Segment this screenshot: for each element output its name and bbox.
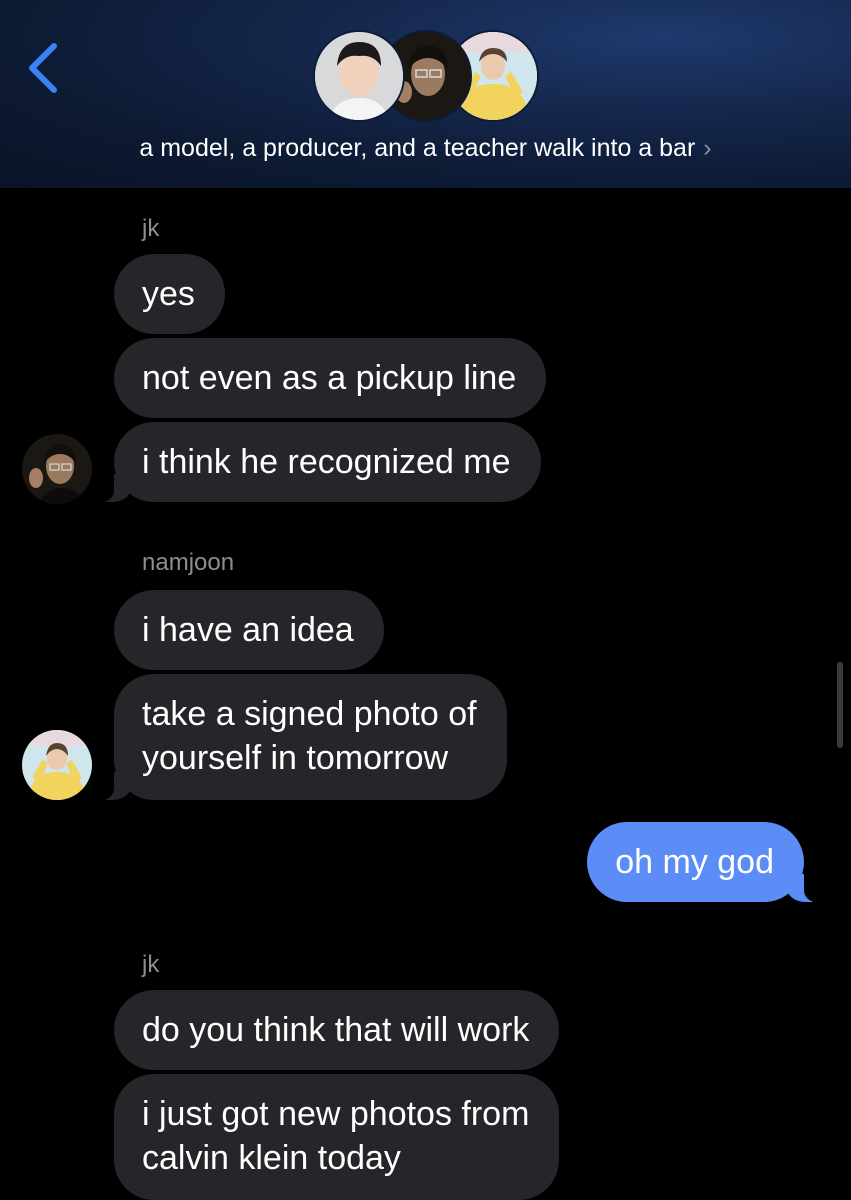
message-bubble[interactable]: not even as a pickup line (114, 338, 547, 418)
namjoon-avatar[interactable] (22, 730, 92, 800)
message-text: i think he recognized me (142, 443, 511, 481)
message-bubble[interactable]: i have an idea (114, 590, 384, 670)
message-bubble[interactable]: i think he recognized me (92, 422, 541, 502)
group-member-1-avatar (313, 30, 405, 122)
message-text-line: yourself in tomorrow (142, 739, 449, 777)
message-text: i have an idea (142, 611, 354, 649)
message-text: not even as a pickup line (142, 359, 517, 397)
message-text-line: calvin klein today (142, 1139, 401, 1177)
message-bubble[interactable]: do you think that will work (114, 990, 560, 1070)
chevron-right-icon: › (703, 134, 712, 162)
message-text: oh my god (615, 843, 774, 881)
group-avatars[interactable] (313, 30, 539, 122)
message-text-line: i just got new photos from (142, 1095, 530, 1133)
group-name-link[interactable]: a model, a producer, and a teacher walk … (0, 130, 851, 166)
message-bubble[interactable]: take a signed photo of yourself in tomor… (92, 674, 507, 800)
message-bubble[interactable]: i just got new photos from calvin klein … (114, 1074, 560, 1200)
back-button[interactable] (24, 40, 68, 96)
sender-name: jk (142, 215, 160, 242)
group-name: a model, a producer, and a teacher walk … (139, 134, 696, 162)
chevron-left-icon (29, 43, 57, 93)
message-text-line: take a signed photo of (142, 695, 477, 733)
outgoing-message-bubble[interactable]: oh my god (587, 822, 826, 902)
message-text: do you think that will work (142, 1011, 530, 1049)
scrollbar[interactable] (837, 662, 843, 748)
jk-avatar[interactable] (22, 434, 92, 504)
message-text: yes (142, 275, 195, 313)
sender-name: jk (142, 951, 160, 978)
message-bubble[interactable]: yes (114, 254, 225, 334)
sender-name: namjoon (142, 549, 235, 576)
conversation-header: a model, a producer, and a teacher walk … (0, 0, 851, 188)
